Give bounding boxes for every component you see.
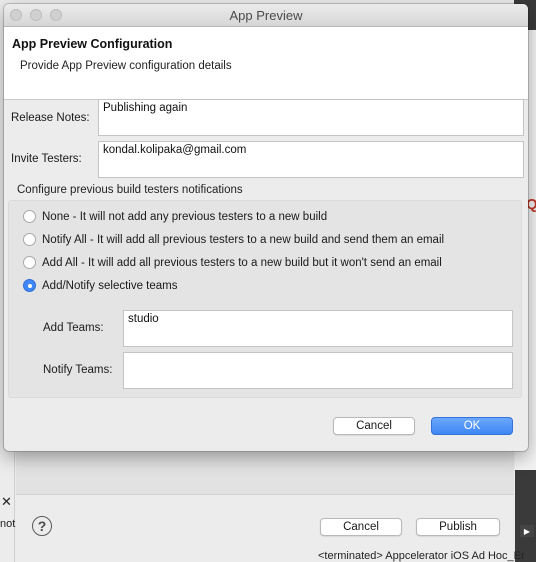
- help-icon[interactable]: ?: [32, 516, 52, 536]
- console-toolbar-icon[interactable]: ▶: [520, 525, 534, 537]
- background-cancel-button[interactable]: Cancel: [320, 518, 402, 536]
- publish-button[interactable]: Publish: [416, 518, 500, 536]
- console-status-text: <terminated> Appcelerator iOS Ad Hoc_Er: [318, 550, 525, 562]
- page-description: Provide App Preview configuration detail…: [20, 60, 232, 72]
- ok-button[interactable]: OK: [431, 417, 513, 435]
- cancel-button[interactable]: Cancel: [333, 417, 415, 435]
- background-side-text: not: [0, 518, 16, 530]
- notifications-section-title: Configure previous build testers notific…: [17, 184, 243, 196]
- notifications-group: None - It will not add any previous test…: [8, 200, 522, 398]
- radio-label: Notify All - It will add all previous te…: [42, 233, 445, 246]
- dialog-header: App Preview Configuration Provide App Pr…: [4, 27, 528, 100]
- radio-button-selected[interactable]: [23, 279, 36, 292]
- radio-button[interactable]: [23, 256, 36, 269]
- invite-testers-label: Invite Testers:: [11, 153, 82, 165]
- app-preview-dialog: App Preview App Preview Configuration Pr…: [4, 4, 528, 451]
- radio-button[interactable]: [23, 210, 36, 223]
- radio-option-selective-teams[interactable]: Add/Notify selective teams: [23, 279, 178, 292]
- radio-option-notify-all[interactable]: Notify All - It will add all previous te…: [23, 233, 444, 246]
- page-title: App Preview Configuration: [12, 37, 173, 51]
- invite-testers-input[interactable]: kondal.kolipaka@gmail.com: [98, 141, 524, 178]
- radio-label: Add All - It will add all previous teste…: [42, 256, 442, 269]
- radio-label: Add/Notify selective teams: [42, 279, 178, 292]
- radio-button[interactable]: [23, 233, 36, 246]
- radio-label: None - It will not add any previous test…: [42, 210, 328, 223]
- release-notes-input[interactable]: Publishing again: [98, 99, 524, 136]
- close-icon[interactable]: ✕: [1, 494, 12, 510]
- window-title: App Preview: [229, 8, 303, 23]
- radio-option-none[interactable]: None - It will not add any previous test…: [23, 210, 327, 223]
- add-teams-label: Add Teams:: [43, 322, 104, 334]
- notify-teams-label: Notify Teams:: [43, 364, 113, 376]
- add-teams-input[interactable]: studio: [123, 310, 513, 347]
- background-inner-panel: [16, 452, 514, 495]
- window-titlebar: App Preview: [4, 4, 528, 27]
- notify-teams-input[interactable]: [123, 352, 513, 389]
- radio-option-add-all[interactable]: Add All - It will add all previous teste…: [23, 256, 442, 269]
- release-notes-label: Release Notes:: [11, 112, 90, 124]
